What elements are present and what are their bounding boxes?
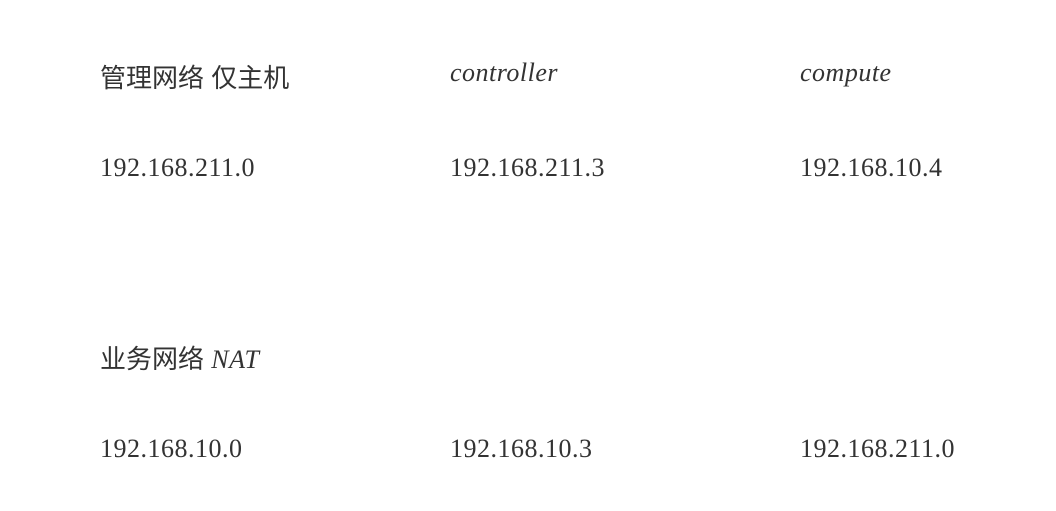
empty-cell xyxy=(770,331,1056,384)
business-network-label-cn: 业务网络 xyxy=(100,344,211,374)
business-network-label-en: NAT xyxy=(211,345,259,374)
spacer xyxy=(100,384,1056,426)
business-compute-ip: 192.168.211.0 xyxy=(770,426,1056,472)
controller-column-header: controller xyxy=(440,50,770,103)
spacer xyxy=(100,103,1056,145)
management-compute-ip: 192.168.10.4 xyxy=(770,145,1056,191)
business-network-header: 业务网络 NAT xyxy=(100,331,440,384)
business-subnet: 192.168.10.0 xyxy=(100,426,440,472)
business-controller-ip: 192.168.10.3 xyxy=(440,426,770,472)
empty-cell xyxy=(440,331,770,384)
compute-column-header: compute xyxy=(770,50,1056,103)
management-subnet: 192.168.211.0 xyxy=(100,145,440,191)
spacer xyxy=(100,191,1056,331)
network-diagram: 管理网络 仅主机 controller compute 192.168.211.… xyxy=(100,50,1056,472)
management-network-header: 管理网络 仅主机 xyxy=(100,50,440,103)
management-controller-ip: 192.168.211.3 xyxy=(440,145,770,191)
management-network-label: 管理网络 仅主机 xyxy=(100,63,289,93)
